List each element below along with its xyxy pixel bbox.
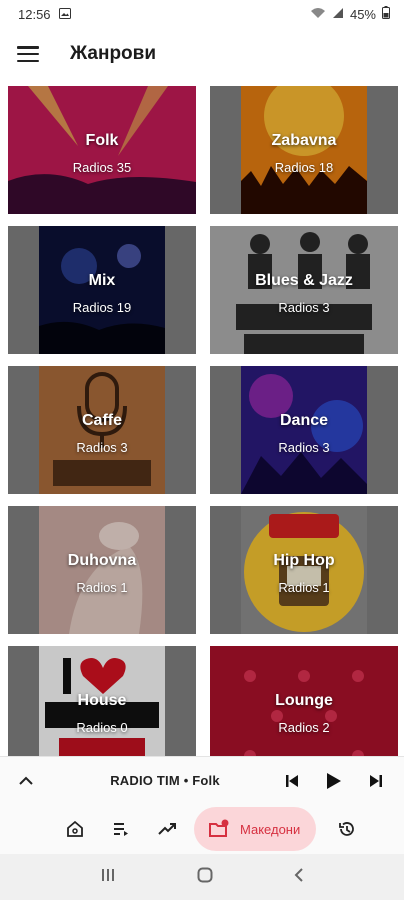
genre-count: Radios 2 (278, 720, 330, 735)
home-icon (67, 820, 83, 837)
genre-card-house[interactable]: House Radios 0 (8, 646, 196, 756)
nav-active-label: Македони (240, 821, 301, 837)
genre-grid: Folk Radios 35 Zabavna Radios 18 Mix Rad… (0, 86, 404, 756)
home-system-button[interactable] (197, 867, 213, 888)
status-bar: 12:56 45% (0, 0, 404, 28)
back-button[interactable] (294, 867, 304, 888)
genre-count: Radios 35 (72, 160, 132, 175)
system-navigation (0, 854, 404, 900)
hamburger-icon (17, 46, 39, 62)
app-bar: Жанрови (0, 28, 404, 80)
wifi-icon (310, 7, 326, 22)
genre-card-dance[interactable]: Dance Radios 3 (210, 366, 398, 494)
play-button[interactable] (320, 767, 348, 795)
genre-count: Radios 3 (278, 440, 330, 455)
next-button[interactable] (362, 767, 390, 795)
skip-previous-icon (286, 774, 298, 787)
recents-button[interactable] (100, 868, 116, 887)
genre-name: Hip Hop (273, 552, 335, 569)
genre-card-blues-jazz[interactable]: Blues & Jazz Radios 3 (210, 226, 398, 354)
genre-card-mix[interactable]: Mix Radios 19 (8, 226, 196, 354)
now-playing-text: RADIO TIM • Folk (110, 773, 220, 788)
nav-playlist[interactable] (98, 809, 144, 849)
history-icon (339, 822, 355, 836)
trending-icon (158, 823, 176, 835)
play-icon (327, 772, 341, 789)
nav-history[interactable] (324, 809, 370, 849)
chevron-up-icon (19, 776, 33, 785)
expand-player-button[interactable] (0, 757, 52, 805)
genre-count: Radios 19 (72, 300, 132, 315)
genre-count: Radios 0 (76, 720, 128, 735)
playlist-icon (114, 823, 128, 836)
gallery-icon (58, 7, 71, 22)
signal-icon (332, 7, 344, 22)
bottom-navigation: Македони (0, 804, 404, 854)
status-time: 12:56 (18, 6, 51, 22)
genre-count: Radios 1 (278, 580, 330, 595)
genre-card-folk[interactable]: Folk Radios 35 (8, 86, 196, 214)
menu-button[interactable] (0, 28, 56, 80)
genre-count: Radios 1 (76, 580, 128, 595)
nav-trending[interactable] (144, 809, 190, 849)
genre-count: Radios 3 (76, 440, 128, 455)
nav-home[interactable] (52, 809, 98, 849)
genre-name: Dance (279, 412, 329, 429)
recents-icon (102, 868, 115, 881)
genre-card-zabavna[interactable]: Zabavna Radios 18 (210, 86, 398, 214)
genre-card-caffe[interactable]: Caffe Radios 3 (8, 366, 196, 494)
genre-card-lounge[interactable]: Lounge Radios 2 (210, 646, 398, 756)
back-icon (294, 867, 303, 882)
battery-percent: 45% (349, 6, 376, 22)
previous-button[interactable] (278, 767, 306, 795)
genre-card-hip-hop[interactable]: Hip Hop Radios 1 (210, 506, 398, 634)
genre-count: Radios 18 (274, 160, 334, 175)
genre-count: Radios 3 (278, 300, 330, 315)
battery-icon (382, 6, 390, 22)
genre-name: Zabavna (271, 132, 337, 149)
mini-player: RADIO TIM • Folk (0, 756, 404, 804)
genre-name: House (77, 692, 127, 709)
genre-name: Mix (88, 272, 116, 289)
home-circle-icon (197, 867, 213, 882)
genre-card-duhovna[interactable]: Duhovna Radios 1 (8, 506, 196, 634)
page-title: Жанрови (70, 43, 157, 64)
genre-name: Caffe (81, 412, 122, 429)
nav-macedonia[interactable]: Македони (194, 807, 317, 851)
genre-name: Folk (85, 132, 119, 149)
genre-name: Blues & Jazz (255, 272, 353, 289)
folder-notification-icon (209, 819, 229, 837)
genre-name: Duhovna (67, 552, 137, 569)
skip-next-icon (370, 774, 382, 787)
genre-name: Lounge (275, 692, 333, 709)
